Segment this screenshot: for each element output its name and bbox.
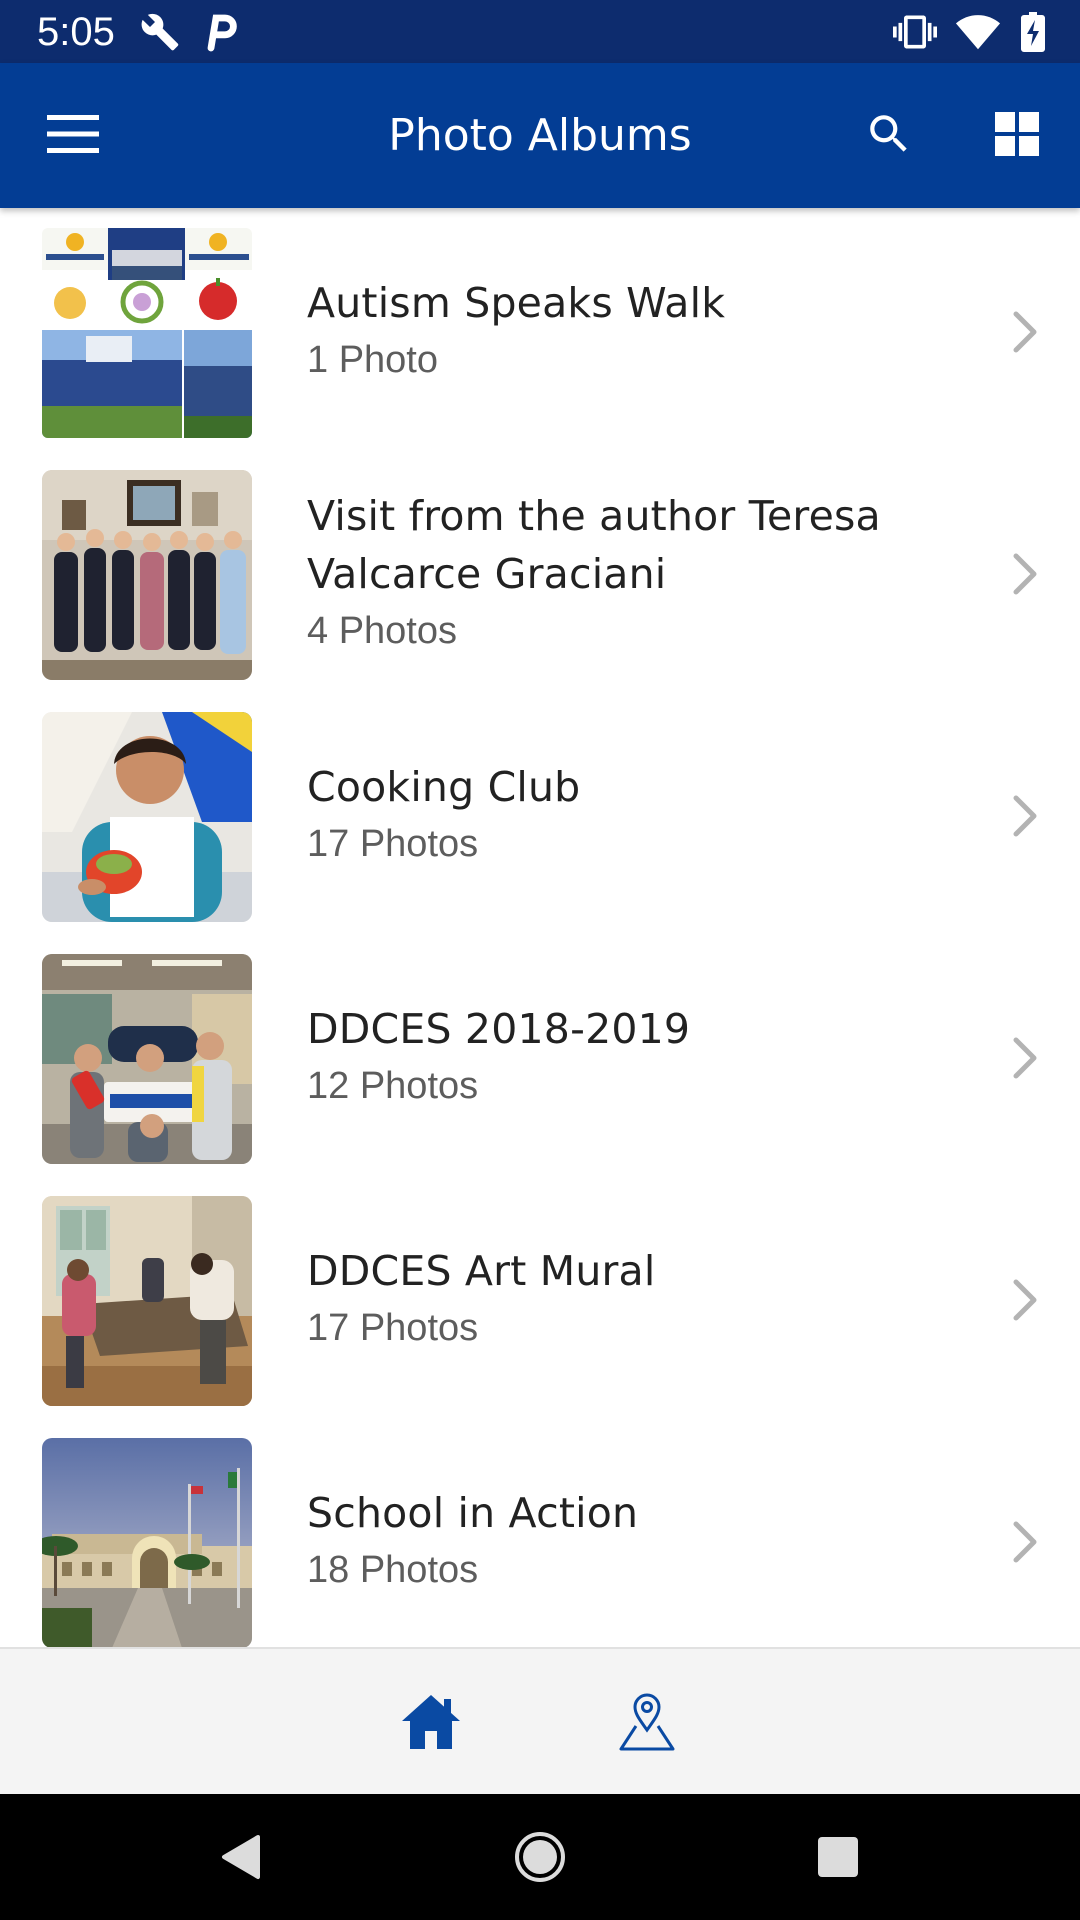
- album-row[interactable]: Autism Speaks Walk 1 Photo: [0, 210, 1080, 452]
- app-bar: Photo Albums: [0, 63, 1080, 208]
- status-bar: 5:05: [0, 0, 1080, 63]
- system-nav-bar: [0, 1794, 1080, 1920]
- album-title: DDCES 2018-2019: [307, 1005, 691, 1053]
- album-photo-count: 4 Photos: [307, 610, 457, 652]
- album-text: Autism Speaks Walk 1 Photo: [307, 210, 930, 452]
- album-text: Visit from the author Teresa Valcarce Gr…: [307, 452, 930, 694]
- album-title: Cooking Club: [307, 763, 581, 811]
- system-home-button[interactable]: [510, 1829, 570, 1889]
- vibrate-icon: [893, 10, 937, 59]
- album-text: DDCES 2018-2019 12 Photos: [307, 936, 930, 1178]
- album-text: DDCES Art Mural 17 Photos: [307, 1178, 930, 1420]
- album-row[interactable]: Cooking Club 17 Photos: [0, 694, 1080, 936]
- home-circle-icon: [514, 1831, 566, 1888]
- album-text: Cooking Club 17 Photos: [307, 694, 930, 936]
- album-row[interactable]: DDCES Art Mural 17 Photos: [0, 1178, 1080, 1420]
- album-title: DDCES Art Mural: [307, 1247, 656, 1295]
- album-thumbnail: [42, 1196, 252, 1406]
- map-pin-icon: [618, 1692, 676, 1757]
- parking-icon: [203, 12, 239, 57]
- album-thumbnail: [42, 712, 252, 922]
- status-time: 5:05: [37, 10, 115, 54]
- album-photo-count: 1 Photo: [307, 339, 438, 381]
- battery-charging-icon: [1021, 12, 1045, 57]
- search-button[interactable]: [856, 103, 922, 169]
- chevron-right-icon: [1012, 310, 1038, 354]
- album-row[interactable]: School in Action 18 Photos: [0, 1420, 1080, 1647]
- album-photo-count: 17 Photos: [307, 1307, 479, 1349]
- album-thumbnail: [42, 470, 252, 680]
- search-icon: [864, 109, 914, 164]
- album-thumbnail: [42, 954, 252, 1164]
- album-photo-count: 17 Photos: [307, 823, 479, 865]
- home-icon: [400, 1693, 462, 1756]
- album-title: Visit from the author Teresa Valcarce Gr…: [307, 492, 881, 598]
- recents-icon: [817, 1836, 859, 1883]
- chevron-right-icon: [1012, 552, 1038, 596]
- grid-view-icon: [995, 111, 1039, 161]
- nav-home-button[interactable]: [398, 1691, 464, 1757]
- wrench-icon: [140, 12, 180, 57]
- chevron-right-icon: [1012, 1278, 1038, 1322]
- album-text: School in Action 18 Photos: [307, 1420, 930, 1647]
- album-title: School in Action: [307, 1489, 639, 1537]
- bottom-nav: [0, 1647, 1080, 1794]
- system-recents-button[interactable]: [808, 1829, 868, 1889]
- album-list: Autism Speaks Walk 1 Photo Visit from th…: [0, 210, 1080, 1647]
- back-icon: [218, 1833, 262, 1886]
- album-row[interactable]: DDCES 2018-2019 12 Photos: [0, 936, 1080, 1178]
- album-photo-count: 18 Photos: [307, 1549, 479, 1591]
- app-screen: 5:05 Photo Albums Autism Speaks Walk 1 P…: [0, 0, 1080, 1920]
- system-back-button[interactable]: [210, 1829, 270, 1889]
- grid-view-button[interactable]: [984, 103, 1050, 169]
- album-title: Autism Speaks Walk: [307, 279, 726, 327]
- nav-map-button[interactable]: [614, 1691, 680, 1757]
- chevron-right-icon: [1012, 794, 1038, 838]
- chevron-right-icon: [1012, 1520, 1038, 1564]
- wifi-icon: [955, 12, 1001, 57]
- chevron-right-icon: [1012, 1036, 1038, 1080]
- album-photo-count: 12 Photos: [307, 1065, 479, 1107]
- album-row[interactable]: Visit from the author Teresa Valcarce Gr…: [0, 452, 1080, 694]
- album-thumbnail: [42, 1438, 252, 1647]
- album-thumbnail: [42, 228, 252, 438]
